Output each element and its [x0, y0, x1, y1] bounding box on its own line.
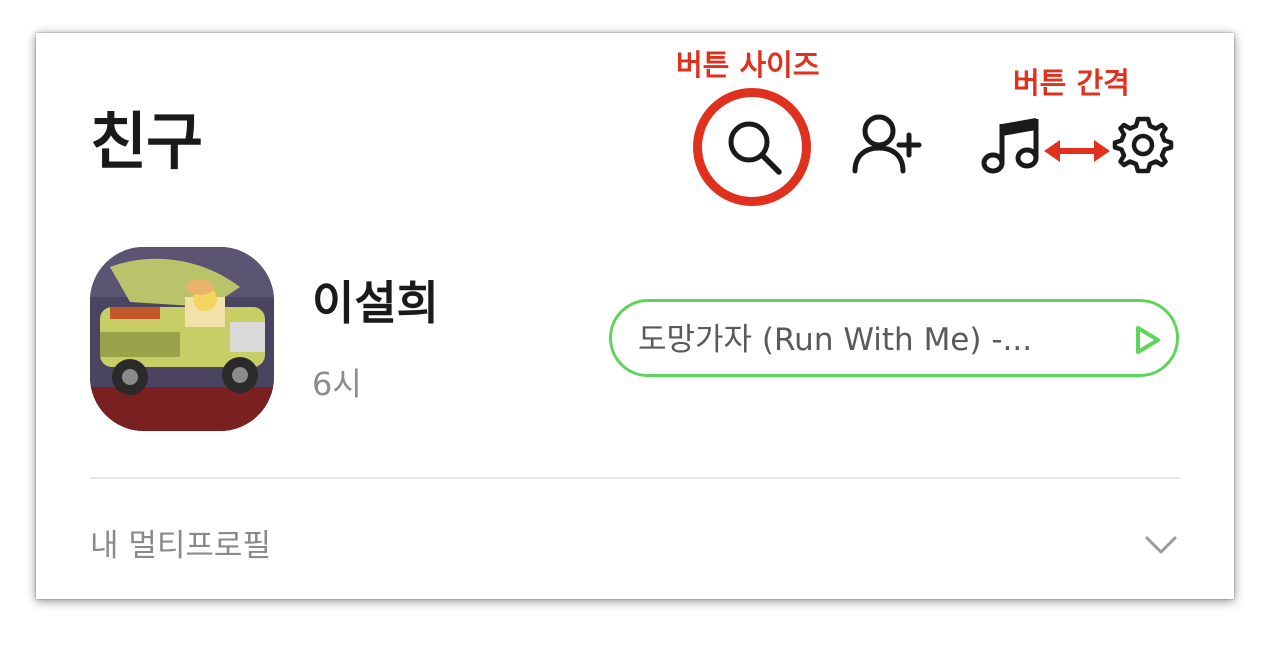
annotation-button-spacing: 버튼 간격	[1013, 66, 1130, 100]
page-title: 친구	[90, 105, 203, 178]
status-time: 6시	[312, 365, 362, 403]
avatar[interactable]	[90, 247, 274, 431]
search-icon[interactable]	[724, 117, 784, 177]
friend-name: 이설희	[312, 276, 439, 330]
chevron-down-icon[interactable]	[1144, 533, 1178, 557]
profile-music-title: 도망가자 (Run With Me) -...	[638, 322, 1033, 358]
multi-profile-label[interactable]: 내 멀티프로필	[90, 526, 271, 566]
music-icon[interactable]	[980, 114, 1044, 176]
divider	[90, 477, 1180, 479]
play-icon	[1132, 323, 1164, 357]
double-arrow-icon	[1042, 136, 1112, 166]
profile-music-button[interactable]: 도망가자 (Run With Me) -...	[609, 299, 1179, 377]
annotation-button-size: 버튼 사이즈	[676, 48, 820, 82]
add-friend-icon[interactable]	[851, 113, 925, 175]
gear-icon[interactable]	[1112, 114, 1174, 176]
